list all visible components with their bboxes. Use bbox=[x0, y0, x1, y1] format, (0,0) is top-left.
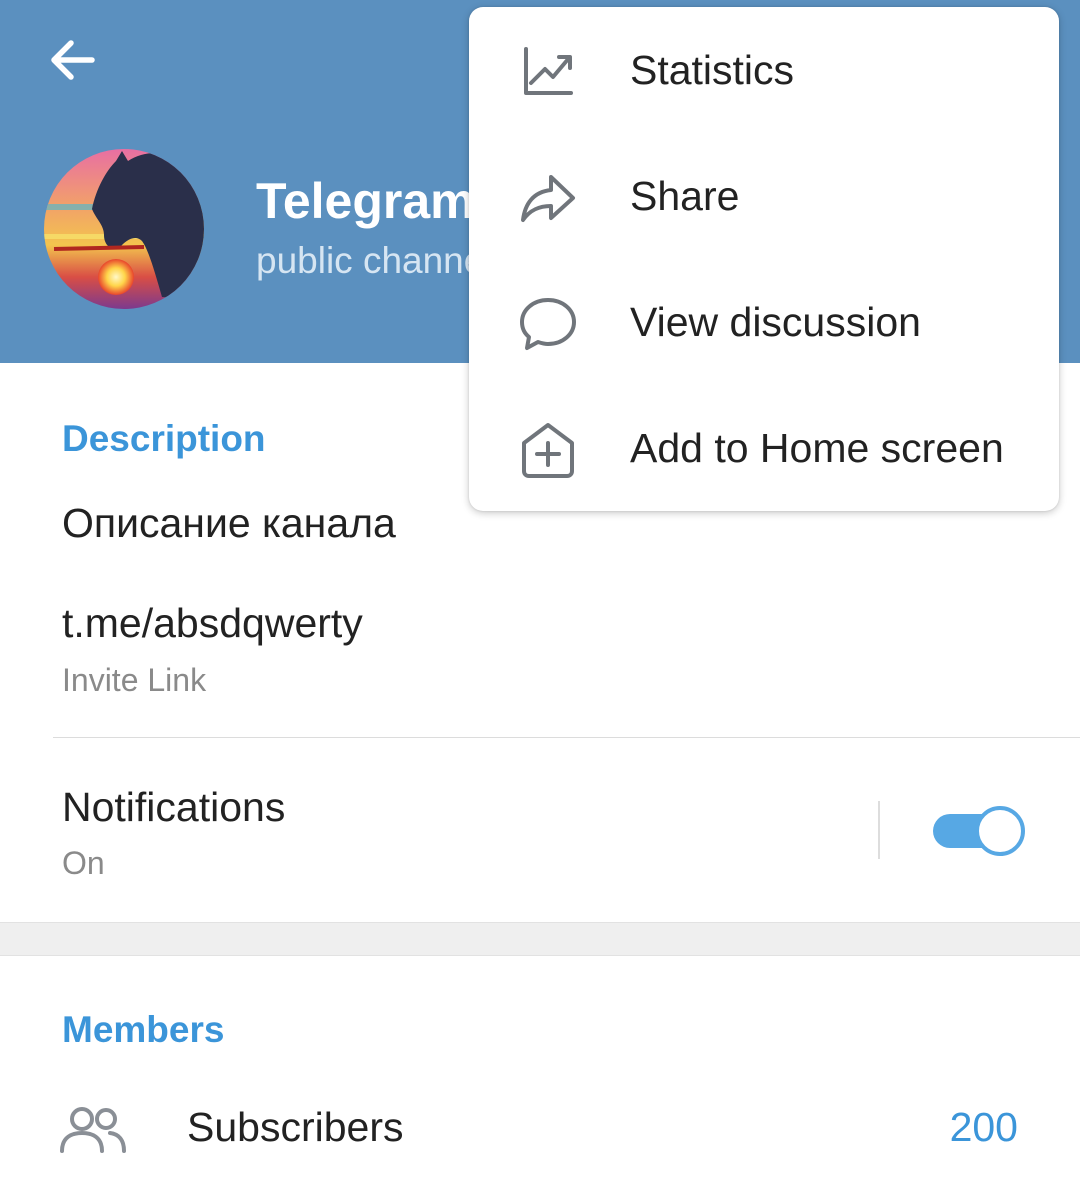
arrow-left-icon bbox=[51, 40, 95, 80]
toggle-knob bbox=[975, 806, 1025, 856]
description-text[interactable]: Описание канала bbox=[62, 500, 396, 547]
subscribers-label[interactable]: Subscribers bbox=[187, 1104, 403, 1151]
people-icon bbox=[60, 1107, 126, 1153]
overflow-menu: Statistics Share View discussion Add to … bbox=[469, 7, 1059, 511]
menu-item-statistics[interactable]: Statistics bbox=[469, 7, 1059, 133]
menu-item-label: Add to Home screen bbox=[630, 425, 1004, 471]
channel-title: Telegram bbox=[256, 173, 475, 229]
notifications-label[interactable]: Notifications bbox=[62, 784, 285, 831]
share-arrow-icon bbox=[521, 175, 575, 222]
notifications-toggle[interactable] bbox=[933, 806, 1025, 856]
back-button[interactable] bbox=[40, 30, 104, 90]
speech-bubble-icon bbox=[520, 298, 576, 350]
menu-item-label: Share bbox=[630, 173, 740, 219]
vertical-separator bbox=[878, 801, 880, 859]
menu-item-add-to-home[interactable]: Add to Home screen bbox=[469, 385, 1059, 511]
menu-item-share[interactable]: Share bbox=[469, 133, 1059, 259]
section-gap bbox=[0, 922, 1080, 956]
invite-link-caption: Invite Link bbox=[62, 662, 207, 698]
channel-avatar[interactable] bbox=[44, 149, 204, 309]
invite-link[interactable]: t.me/absdqwerty bbox=[62, 600, 363, 647]
avatar-image bbox=[44, 149, 204, 309]
home-add-icon bbox=[522, 423, 574, 478]
notifications-status: On bbox=[62, 845, 105, 881]
members-label: Members bbox=[62, 1009, 225, 1050]
divider bbox=[53, 737, 1080, 738]
menu-item-label: Statistics bbox=[630, 47, 795, 93]
chart-line-icon bbox=[524, 47, 573, 95]
channel-subtitle: public channel bbox=[256, 240, 493, 281]
menu-item-view-discussion[interactable]: View discussion bbox=[469, 259, 1059, 385]
menu-item-label: View discussion bbox=[630, 299, 921, 345]
description-label: Description bbox=[62, 418, 266, 459]
subscribers-count: 200 bbox=[949, 1104, 1018, 1150]
